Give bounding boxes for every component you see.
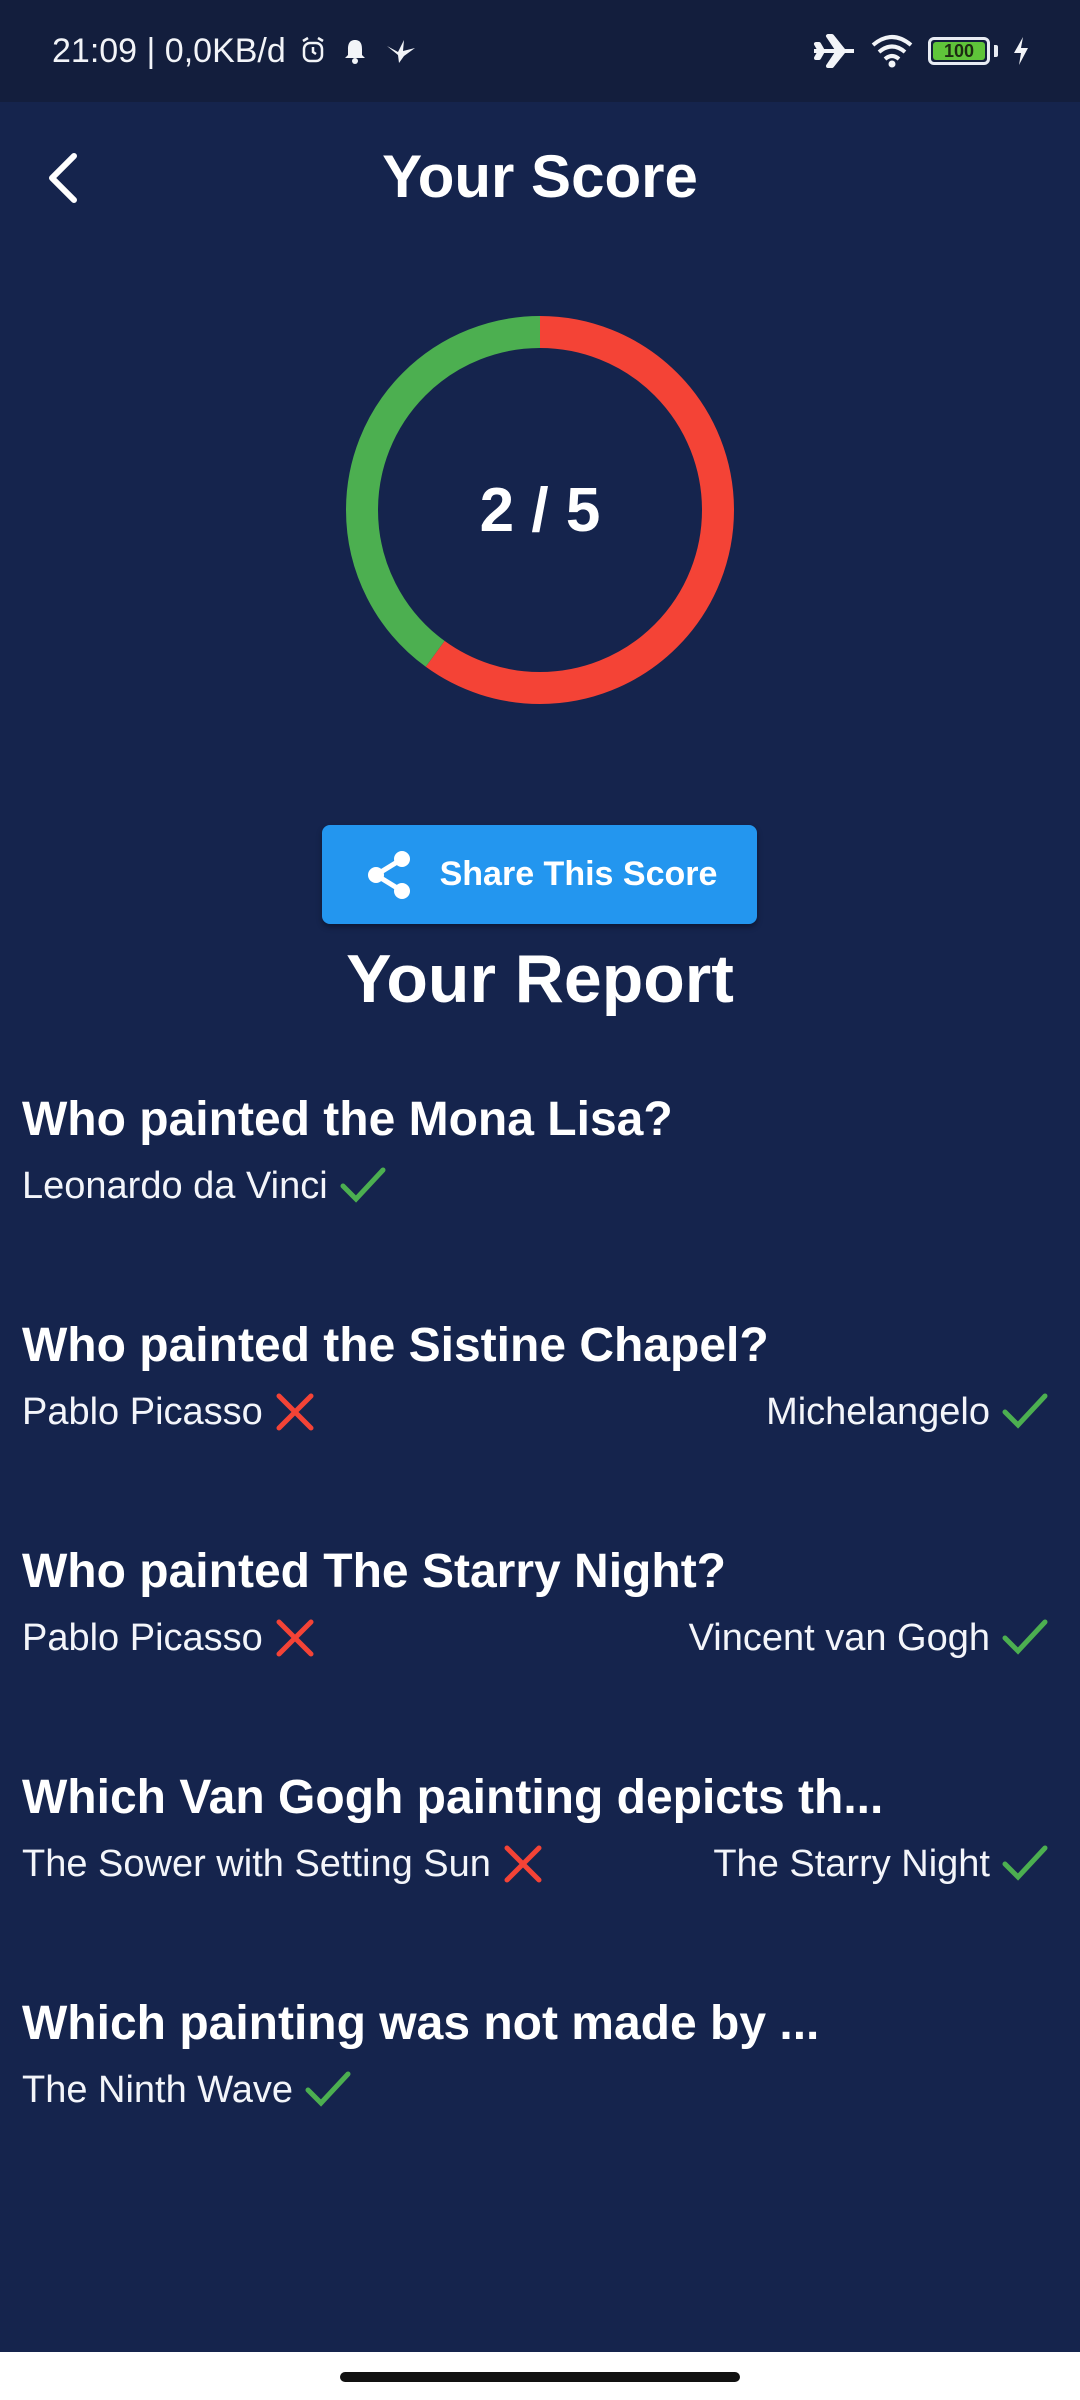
battery-tip	[994, 45, 998, 57]
battery-level: 100	[943, 40, 975, 61]
report-list: Who painted the Mona Lisa? Leonardo da V…	[22, 1080, 1050, 2210]
share-score-button[interactable]: Share This Score	[322, 825, 757, 924]
check-icon	[1000, 1616, 1050, 1660]
report-item: Which Van Gogh painting depicts th... Th…	[22, 1758, 1050, 1984]
battery-icon: 100	[928, 37, 990, 65]
navigation-bar	[0, 2352, 1080, 2400]
answer-incorrect: The Sower with Setting Sun	[22, 1842, 545, 1886]
score-text: 2 / 5	[479, 475, 601, 545]
question-text: Who painted the Mona Lisa?	[22, 1093, 673, 1146]
answers-row: Leonardo da Vinci	[22, 1164, 1050, 1224]
answer-text: Michelangelo	[766, 1390, 990, 1433]
answer-correct: Vincent van Gogh	[689, 1616, 1050, 1660]
question-text: Which Van Gogh painting depicts th...	[22, 1771, 884, 1824]
answer-text: Pablo Picasso	[22, 1390, 263, 1433]
report-item: Who painted the Mona Lisa? Leonardo da V…	[22, 1080, 1050, 1306]
answer-text: The Ninth Wave	[22, 2068, 294, 2111]
answer-text: Vincent van Gogh	[688, 1616, 990, 1659]
check-icon	[1000, 1842, 1050, 1886]
report-item: Which painting was not made by ... The N…	[22, 1984, 1050, 2210]
alarm-icon	[300, 36, 326, 66]
check-icon	[338, 1164, 388, 1208]
status-bar: 21:09 | 0,0KB/d 100	[0, 0, 1080, 102]
charging-icon	[1012, 36, 1030, 66]
check-icon	[1000, 1390, 1050, 1434]
cross-icon	[273, 1616, 317, 1660]
home-indicator[interactable]	[340, 2372, 740, 2382]
question-text: Which painting was not made by ...	[22, 1997, 820, 2050]
answer-text: Leonardo da Vinci	[22, 1164, 328, 1207]
answer-text: The Sower with Setting Sun	[22, 1842, 491, 1885]
app-header: Your Score	[0, 102, 1080, 252]
wifi-icon	[870, 33, 914, 69]
cross-icon	[501, 1842, 545, 1886]
answer-correct: The Starry Night	[713, 1842, 1050, 1886]
answers-row: Pablo Picasso Michelangelo	[22, 1390, 1050, 1450]
share-icon	[367, 850, 410, 899]
answers-row: Pablo Picasso Vincent van Gogh	[22, 1616, 1050, 1676]
share-button-label: Share This Score	[439, 855, 718, 893]
cross-icon	[273, 1390, 317, 1434]
status-time: 21:09 | 0,0KB/d	[52, 31, 286, 70]
report-item: Who painted the Sistine Chapel? Pablo Pi…	[22, 1306, 1050, 1532]
report-item: Who painted The Starry Night? Pablo Pica…	[22, 1532, 1050, 1758]
status-bar-right: 100	[812, 33, 1030, 69]
answer-correct: Michelangelo	[766, 1390, 1050, 1434]
answer-text: Pablo Picasso	[22, 1616, 263, 1659]
page-title: Your Score	[382, 143, 698, 210]
report-title: Your Report	[346, 941, 734, 1017]
answers-row: The Sower with Setting Sun The Starry Ni…	[22, 1842, 1050, 1902]
answer-correct: Leonardo da Vinci	[22, 1164, 388, 1208]
answer-incorrect: Pablo Picasso	[22, 1390, 317, 1434]
question-text: Who painted The Starry Night?	[22, 1545, 726, 1598]
airplane-icon	[812, 33, 856, 69]
answer-incorrect: Pablo Picasso	[22, 1616, 317, 1660]
status-bar-left: 21:09 | 0,0KB/d	[52, 32, 418, 71]
answer-text: The Starry Night	[713, 1842, 990, 1885]
bird-icon	[384, 36, 418, 66]
check-icon	[303, 2068, 353, 2112]
question-text: Who painted the Sistine Chapel?	[22, 1319, 769, 1372]
answers-row: The Ninth Wave	[22, 2068, 1050, 2128]
bell-icon	[340, 36, 370, 66]
answer-correct: The Ninth Wave	[22, 2068, 353, 2112]
